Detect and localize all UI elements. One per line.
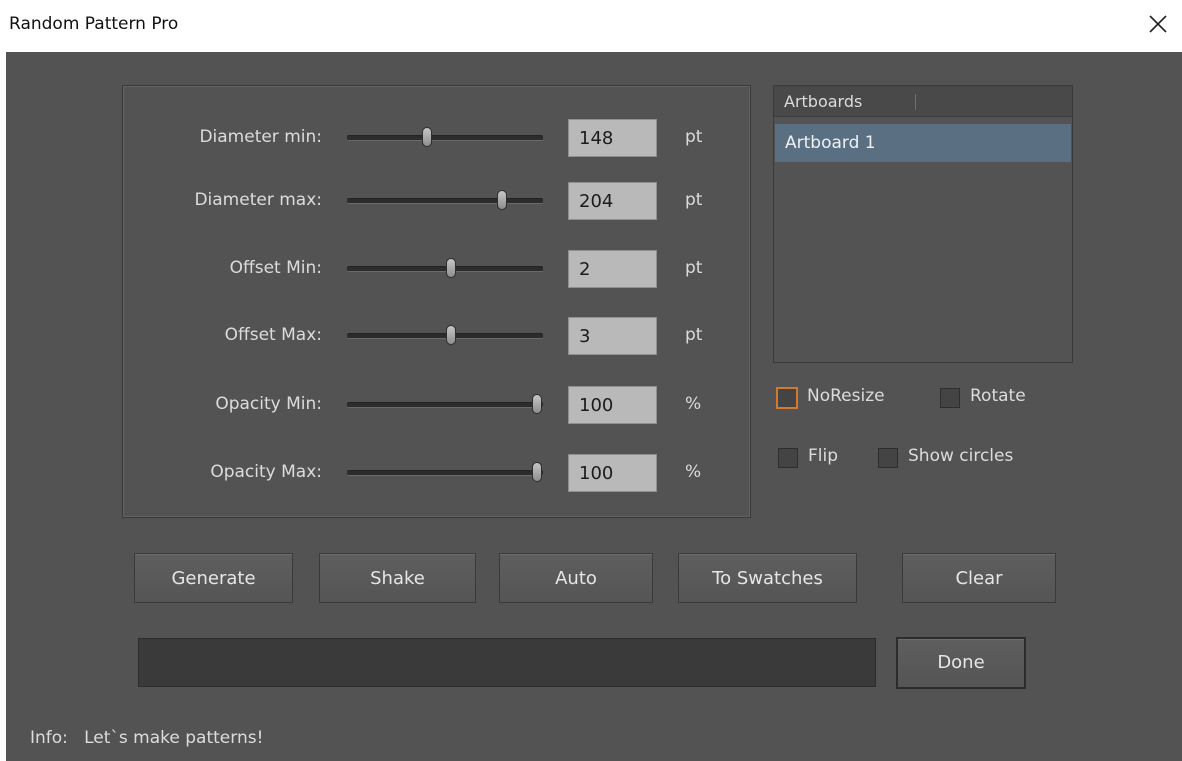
- offset-max-field[interactable]: 3: [568, 317, 657, 355]
- offset-min-field[interactable]: 2: [568, 250, 657, 288]
- artboards-header[interactable]: Artboards: [774, 86, 1072, 117]
- param-label: Opacity Min:: [215, 394, 322, 414]
- checkbox-box[interactable]: [878, 448, 898, 468]
- slider-track: [347, 198, 543, 204]
- artboards-header-label: Artboards: [784, 92, 863, 111]
- unit-label: %: [685, 394, 702, 414]
- param-label: Offset Max:: [224, 325, 322, 345]
- param-row-diameter-max: Diameter max: 204 pt: [123, 180, 750, 220]
- opacity-max-field[interactable]: 100: [568, 454, 657, 492]
- diameter-max-field[interactable]: 204: [568, 182, 657, 220]
- info-line: Info: Let`s make patterns!: [30, 728, 263, 748]
- title-bar: Random Pattern Pro: [0, 0, 1182, 52]
- param-label: Diameter max:: [194, 190, 322, 210]
- opacity-min-slider[interactable]: [347, 394, 543, 414]
- to-swatches-button[interactable]: To Swatches: [678, 553, 857, 603]
- slider-thumb[interactable]: [532, 462, 543, 482]
- checkbox-box[interactable]: [776, 387, 798, 409]
- artboard-item-label: Artboard 1: [785, 133, 876, 153]
- unit-label: %: [685, 462, 702, 482]
- info-label: Info:: [30, 728, 68, 748]
- checkbox-box[interactable]: [778, 448, 798, 468]
- clear-button[interactable]: Clear: [902, 553, 1056, 603]
- unit-label: pt: [685, 127, 703, 147]
- checkbox-box[interactable]: [940, 388, 960, 408]
- opacity-max-slider[interactable]: [347, 462, 543, 482]
- dialog-body: Diameter min: 148 pt Diameter max: 204 p…: [6, 52, 1182, 761]
- param-row-offset-min: Offset Min: 2 pt: [123, 248, 750, 288]
- opacity-min-field[interactable]: 100: [568, 386, 657, 424]
- param-row-diameter-min: Diameter min: 148 pt: [123, 117, 750, 157]
- offset-min-slider[interactable]: [347, 258, 543, 278]
- offset-max-slider[interactable]: [347, 325, 543, 345]
- progress-bar: [138, 638, 876, 687]
- noresize-checkbox[interactable]: NoResize: [776, 386, 917, 412]
- slider-thumb[interactable]: [422, 127, 433, 147]
- done-button[interactable]: Done: [896, 637, 1026, 689]
- window-title: Random Pattern Pro: [9, 14, 179, 34]
- slider-thumb[interactable]: [496, 190, 507, 210]
- show-circles-checkbox[interactable]: Show circles: [878, 446, 1058, 472]
- slider-thumb[interactable]: [532, 394, 543, 414]
- slider-thumb[interactable]: [445, 258, 456, 278]
- info-text: Let`s make patterns!: [84, 728, 264, 748]
- param-row-opacity-min: Opacity Min: 100 %: [123, 384, 750, 424]
- param-row-offset-max: Offset Max: 3 pt: [123, 315, 750, 355]
- unit-label: pt: [685, 190, 703, 210]
- artboards-list[interactable]: Artboards Artboard 1: [773, 85, 1073, 363]
- unit-label: pt: [685, 258, 703, 278]
- list-item[interactable]: Artboard 1: [775, 124, 1071, 162]
- slider-track: [347, 402, 543, 408]
- slider-track: [347, 470, 543, 476]
- diameter-min-slider[interactable]: [347, 127, 543, 147]
- diameter-min-field[interactable]: 148: [568, 119, 657, 157]
- checkbox-label: Show circles: [908, 446, 1014, 466]
- slider-track: [347, 135, 543, 141]
- close-icon[interactable]: [1146, 12, 1170, 36]
- slider-thumb[interactable]: [445, 325, 456, 345]
- auto-button[interactable]: Auto: [499, 553, 653, 603]
- unit-label: pt: [685, 325, 703, 345]
- flip-checkbox[interactable]: Flip: [778, 446, 858, 472]
- generate-button[interactable]: Generate: [134, 553, 293, 603]
- shake-button[interactable]: Shake: [319, 553, 476, 603]
- parameters-panel: Diameter min: 148 pt Diameter max: 204 p…: [122, 85, 751, 518]
- param-row-opacity-max: Opacity Max: 100 %: [123, 452, 750, 492]
- diameter-max-slider[interactable]: [347, 190, 543, 210]
- param-label: Diameter min:: [199, 127, 322, 147]
- column-divider[interactable]: [915, 94, 916, 110]
- rotate-checkbox[interactable]: Rotate: [940, 386, 1050, 412]
- checkbox-label: Rotate: [970, 386, 1026, 406]
- param-label: Opacity Max:: [210, 462, 322, 482]
- checkbox-label: NoResize: [807, 386, 885, 406]
- param-label: Offset Min:: [229, 258, 322, 278]
- checkbox-label: Flip: [808, 446, 839, 466]
